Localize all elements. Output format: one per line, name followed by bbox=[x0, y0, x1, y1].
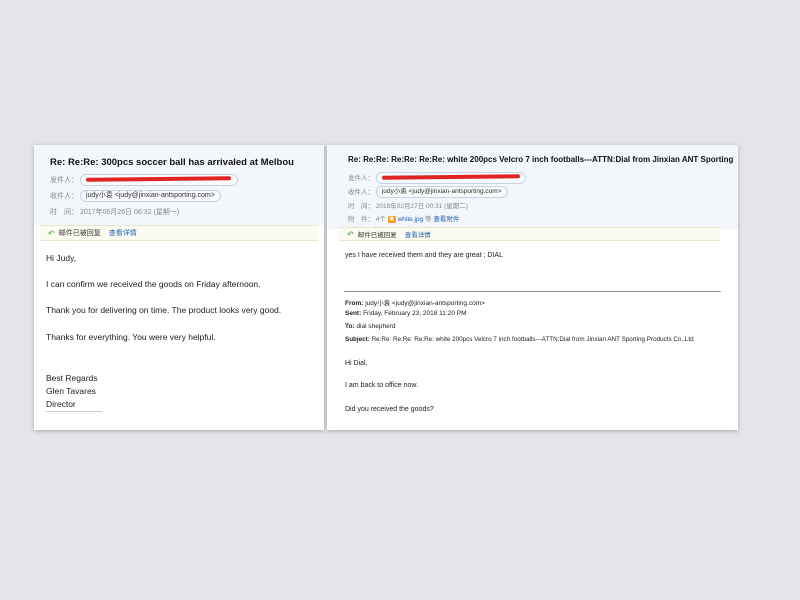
view-details-link-right[interactable]: 查看详情 bbox=[405, 229, 431, 239]
time-value-right: 2018年02月27日 00:31 (星期二) bbox=[375, 203, 468, 210]
to-row-right: 收件人： judy小袁 <judy@jinxian-antsporting.co… bbox=[348, 186, 508, 199]
quoted-line2: Did you received the goods? bbox=[345, 406, 434, 413]
to-label-right: 收件人： bbox=[348, 189, 374, 196]
quoted-from-label: From: bbox=[345, 300, 364, 307]
to-label-left: 收件人： bbox=[50, 192, 78, 200]
attach-label-right: 附 件： bbox=[348, 216, 374, 223]
body-regards-left: Best Regards bbox=[46, 373, 98, 383]
email-subject-right: Re: Re:Re: Re:Re: Re:Re: white 200pcs Ve… bbox=[348, 155, 734, 164]
reply-arrow-icon: ↶ bbox=[48, 228, 55, 238]
quoted-sent-row: Sent: Friday, February 23, 2018 11:20 PM bbox=[345, 310, 467, 317]
from-row-left: 发件人： bbox=[50, 174, 238, 186]
signature-divider bbox=[46, 411, 102, 412]
time-label-left: 时 间： bbox=[50, 209, 78, 216]
quoted-to-row: To: dial shepherd bbox=[345, 323, 395, 330]
reply-arrow-icon: ↶ bbox=[347, 229, 354, 239]
time-value-left: 2017年06月26日 06:32 (星期一) bbox=[79, 209, 180, 216]
attachment-row-right: 附 件： 4个 ▣ white.jpg 等 查看附件 bbox=[348, 213, 459, 223]
body-name-left: Glen Tavares bbox=[46, 386, 96, 396]
quoted-sent-value: Friday, February 23, 2018 11:20 PM bbox=[363, 310, 467, 317]
image-file-icon: ▣ bbox=[387, 215, 396, 223]
reply-toolbar-right: ↶ 邮件已被回复 查看详情 bbox=[339, 227, 720, 241]
to-row-left: 收件人： judy小袁 <judy@jinxian-antsporting.co… bbox=[50, 190, 221, 202]
time-label-right: 时 间： bbox=[348, 203, 374, 210]
to-chip-left[interactable]: judy小袁 <judy@jinxian-antsporting.com> bbox=[79, 190, 221, 202]
email-panel-left: Re: Re:Re: 300pcs soccer ball has arriva… bbox=[34, 145, 324, 430]
view-attachments-link[interactable]: 查看附件 bbox=[433, 216, 459, 223]
quote-divider bbox=[344, 291, 721, 292]
body-line3-left: Thanks for everything. You were very hel… bbox=[46, 332, 216, 342]
reply-line-right: yes I have received them and they are gr… bbox=[345, 252, 503, 259]
quoted-from-row: From: judy小袁 <judy@jinxian-antsporting.c… bbox=[345, 297, 485, 307]
from-label-left: 发件人： bbox=[50, 176, 78, 184]
replied-status-right: 邮件已被回复 bbox=[357, 232, 397, 239]
quoted-subject-value: Re:Re: Re:Re: Re:Re: white 200pcs Velcro… bbox=[371, 336, 694, 343]
attach-file-link[interactable]: white.jpg bbox=[398, 216, 424, 223]
time-row-right: 时 间： 2018年02月27日 00:31 (星期二) bbox=[348, 200, 468, 210]
replied-status-left: 邮件已被回复 bbox=[58, 230, 101, 237]
body-line2-left: Thank you for delivering on time. The pr… bbox=[46, 305, 282, 315]
redaction-mark bbox=[85, 176, 231, 182]
quoted-subject-label: Subject: bbox=[345, 336, 370, 343]
time-row-left: 时 间： 2017年06月26日 06:32 (星期一) bbox=[50, 207, 179, 217]
from-label-right: 发件人： bbox=[348, 175, 374, 182]
from-row-right: 发件人： bbox=[348, 172, 526, 185]
quoted-to-value: dial shepherd bbox=[356, 323, 396, 330]
quoted-greeting: Hi Dial, bbox=[345, 360, 368, 367]
attach-more-right: 等 bbox=[425, 216, 432, 223]
from-chip-left[interactable] bbox=[79, 174, 238, 186]
attach-count-right: 4个 bbox=[375, 216, 386, 223]
quoted-from-value: judy小袁 <judy@jinxian-antsporting.com> bbox=[365, 300, 485, 307]
redaction-mark bbox=[381, 174, 520, 181]
view-details-link-left[interactable]: 查看详情 bbox=[109, 228, 137, 238]
reply-toolbar-left: ↶ 邮件已被回复 查看详情 bbox=[40, 225, 318, 241]
to-chip-right[interactable]: judy小袁 <judy@jinxian-antsporting.com> bbox=[375, 186, 508, 199]
body-greeting-left: Hi Judy, bbox=[46, 253, 77, 263]
body-title-left: Director bbox=[46, 399, 76, 409]
from-chip-right[interactable] bbox=[375, 172, 526, 185]
quoted-sent-label: Sent: bbox=[345, 310, 362, 317]
body-line1-left: I can confirm we received the goods on F… bbox=[46, 279, 261, 289]
quoted-to-label: To: bbox=[345, 323, 355, 330]
email-subject-left: Re: Re:Re: 300pcs soccer ball has arriva… bbox=[50, 157, 294, 168]
email-panel-right: Re: Re:Re: Re:Re: Re:Re: white 200pcs Ve… bbox=[327, 145, 738, 430]
quoted-subject-row: Subject: Re:Re: Re:Re: Re:Re: white 200p… bbox=[345, 336, 694, 343]
quoted-line1: I am back to office now. bbox=[345, 382, 419, 389]
